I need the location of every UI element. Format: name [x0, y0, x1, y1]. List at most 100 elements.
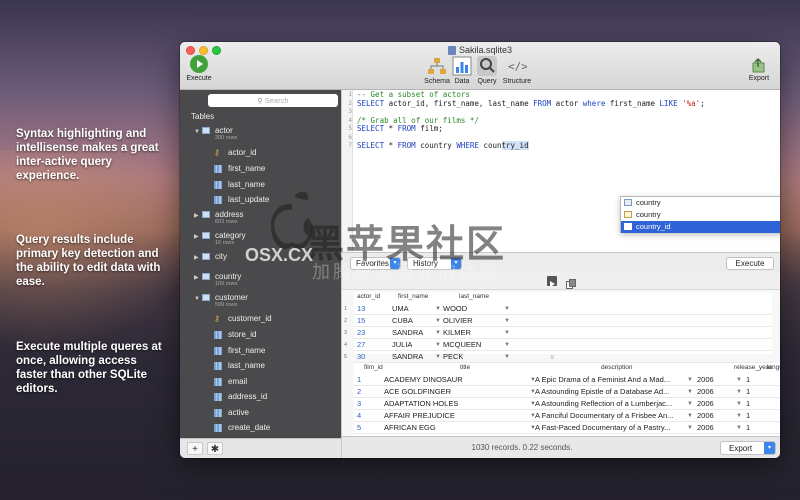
dropdown-icon[interactable]: ▼ — [530, 374, 536, 386]
collapse-triangle-icon[interactable]: ▶ — [194, 212, 202, 219]
sidebar-column-active[interactable]: active — [214, 408, 249, 417]
expand-triangle-icon[interactable]: ▼ — [194, 296, 202, 302]
sidebar-column-first-name[interactable]: first_name — [214, 164, 265, 173]
dropdown-icon[interactable]: ▼ — [504, 351, 510, 363]
sidebar-item-actor[interactable]: ▼ actor 200 rows — [194, 126, 237, 141]
cell-release-year[interactable]: 2006 — [697, 422, 727, 434]
cell-film-id[interactable]: 1 — [357, 374, 377, 386]
dropdown-icon[interactable]: ▼ — [736, 374, 742, 386]
sidebar-item-customer[interactable]: ▼ customer 599 rows — [194, 293, 248, 308]
toolbar-query-button[interactable]: Query — [476, 56, 498, 85]
table-row[interactable]: 3 23 SANDRA KILMER ▼ ▼ — [344, 327, 772, 339]
sidebar-column-first-name[interactable]: first_name — [214, 346, 265, 355]
cell-description[interactable]: A Astounding Reflection of a Lumberjac..… — [535, 398, 683, 410]
dropdown-icon[interactable]: ▼ — [530, 386, 536, 398]
execute-query-button[interactable]: Execute — [726, 257, 774, 270]
autocomplete-item-selected[interactable]: country_id — [621, 221, 780, 233]
toolbar-export-button[interactable]: Export — [744, 57, 774, 82]
table-row[interactable]: 22ACE GOLDFINGERA Astounding Epistle of … — [354, 386, 780, 398]
sidebar-column-actor-id[interactable]: ⚷ actor_id — [214, 148, 256, 157]
table-row[interactable]: 44AFFAIR PREJUDICEA Fanciful Documentary… — [354, 410, 780, 422]
cell-actor-id[interactable]: 15 — [357, 315, 365, 327]
dropdown-icon[interactable]: ▼ — [530, 398, 536, 410]
dropdown-icon[interactable]: ▼ — [736, 422, 742, 434]
dropdown-icon[interactable]: ▼ — [435, 351, 441, 363]
sidebar-settings-button[interactable]: ✱ — [207, 442, 223, 455]
cell-first-name[interactable]: JULIA — [392, 339, 412, 351]
column-header[interactable]: release_year — [734, 363, 772, 373]
cell-title[interactable]: ACE GOLDFINGER — [384, 386, 529, 398]
dropdown-icon[interactable]: ▼ — [435, 327, 441, 339]
sidebar-column-create-date[interactable]: create_date — [214, 423, 270, 432]
sidebar-column-email[interactable]: email — [214, 377, 247, 386]
sidebar-column-address-id[interactable]: address_id — [214, 392, 267, 401]
cell-film-id[interactable]: 5 — [357, 422, 377, 434]
column-header[interactable]: title — [460, 363, 470, 373]
table-row[interactable]: 55AFRICAN EGGA Fast-Paced Documentary of… — [354, 422, 780, 434]
sidebar-search-input[interactable]: ⚲ Search — [208, 94, 338, 107]
dropdown-icon[interactable]: ▼ — [530, 422, 536, 434]
column-header[interactable]: last_name — [459, 292, 489, 302]
collapse-triangle-icon[interactable]: ▶ — [194, 254, 202, 261]
sidebar-column-last-name[interactable]: last_name — [214, 180, 265, 189]
column-header[interactable]: description — [601, 363, 632, 373]
cell-actor-id[interactable]: 30 — [357, 351, 365, 363]
cell-language[interactable]: 1 — [746, 410, 766, 422]
play-result-icon[interactable] — [547, 276, 557, 287]
cell-actor-id[interactable]: 27 — [357, 339, 365, 351]
column-header[interactable]: actor_id — [357, 292, 380, 302]
dropdown-icon[interactable]: ▼ — [435, 303, 441, 315]
collapse-triangle-icon[interactable]: ▶ — [194, 233, 202, 240]
sidebar-column-store-id[interactable]: store_id — [214, 330, 256, 339]
toolbar-data-button[interactable]: Data — [452, 56, 472, 85]
table-row[interactable]: 1 13 UMA WOOD ▼ ▼ — [344, 303, 772, 315]
dropdown-icon[interactable]: ▼ — [435, 315, 441, 327]
table-row[interactable]: 4 27 JULIA MCQUEEN ▼ ▼ — [344, 339, 772, 351]
sidebar-column-customer-id[interactable]: ⚷ customer_id — [214, 314, 272, 323]
sidebar-item-country[interactable]: ▶ country 109 rows — [194, 272, 241, 287]
dropdown-icon[interactable]: ▼ — [687, 422, 693, 434]
cell-release-year[interactable]: 2006 — [697, 374, 727, 386]
cell-film-id[interactable]: 2 — [357, 386, 377, 398]
cell-last-name[interactable]: MCQUEEN — [443, 339, 481, 351]
export-results-button[interactable]: Export ▾ — [720, 441, 776, 455]
expand-triangle-icon[interactable]: ▼ — [194, 129, 202, 135]
cell-film-id[interactable]: 3 — [357, 398, 377, 410]
cell-last-name[interactable]: WOOD — [443, 303, 467, 315]
cell-description[interactable]: A Epic Drama of a Feminist And a Mad... — [535, 374, 683, 386]
column-header[interactable]: langu — [767, 363, 780, 373]
cell-last-name[interactable]: PECK — [443, 351, 463, 363]
cell-language[interactable]: 1 — [746, 398, 766, 410]
column-header[interactable]: film_id — [364, 363, 383, 373]
toolbar-schema-button[interactable]: Schema — [423, 56, 451, 85]
sidebar-item-city[interactable]: ▶ city — [194, 252, 227, 261]
dropdown-icon[interactable]: ▼ — [687, 374, 693, 386]
cell-first-name[interactable]: SANDRA — [392, 327, 423, 339]
autocomplete-item[interactable]: country — [621, 197, 780, 209]
table-row[interactable]: 1 1 ACADEMY DINOSAUR A Epic Drama of a Femi… — [354, 374, 780, 386]
cell-actor-id[interactable]: 13 — [357, 303, 365, 315]
cell-language[interactable]: 1 — [746, 422, 766, 434]
dropdown-icon[interactable]: ▼ — [687, 410, 693, 422]
cell-first-name[interactable]: SANDRA — [392, 351, 423, 363]
dropdown-icon[interactable]: ▼ — [504, 303, 510, 315]
column-header[interactable]: first_name — [398, 292, 428, 302]
cell-language[interactable]: 1 — [746, 374, 766, 386]
toolbar-execute-button[interactable]: Execute — [184, 55, 214, 82]
dropdown-icon[interactable]: ▼ — [504, 315, 510, 327]
cell-actor-id[interactable]: 23 — [357, 327, 365, 339]
dropdown-icon[interactable]: ▼ — [687, 398, 693, 410]
dropdown-icon[interactable]: ▼ — [504, 327, 510, 339]
cell-language[interactable]: 1 — [746, 386, 766, 398]
splitter-handle[interactable]: ≡ — [547, 355, 557, 361]
table-row[interactable]: 2 15 CUBA OLIVIER ▼ ▼ — [344, 315, 772, 327]
cell-release-year[interactable]: 2006 — [697, 386, 727, 398]
table-row[interactable]: 33ADAPTATION HOLESA Astounding Reflectio… — [354, 398, 780, 410]
cell-title[interactable]: AFFAIR PREJUDICE — [384, 410, 529, 422]
sidebar-item-category[interactable]: ▶ category 16 rows — [194, 231, 246, 246]
autocomplete-item[interactable]: country — [621, 209, 780, 221]
table-row[interactable]: 5 30 SANDRA PECK ▼ ▼ — [344, 351, 772, 363]
cell-first-name[interactable]: CUBA — [392, 315, 413, 327]
dropdown-icon[interactable]: ▼ — [736, 386, 742, 398]
cell-last-name[interactable]: KILMER — [443, 327, 471, 339]
